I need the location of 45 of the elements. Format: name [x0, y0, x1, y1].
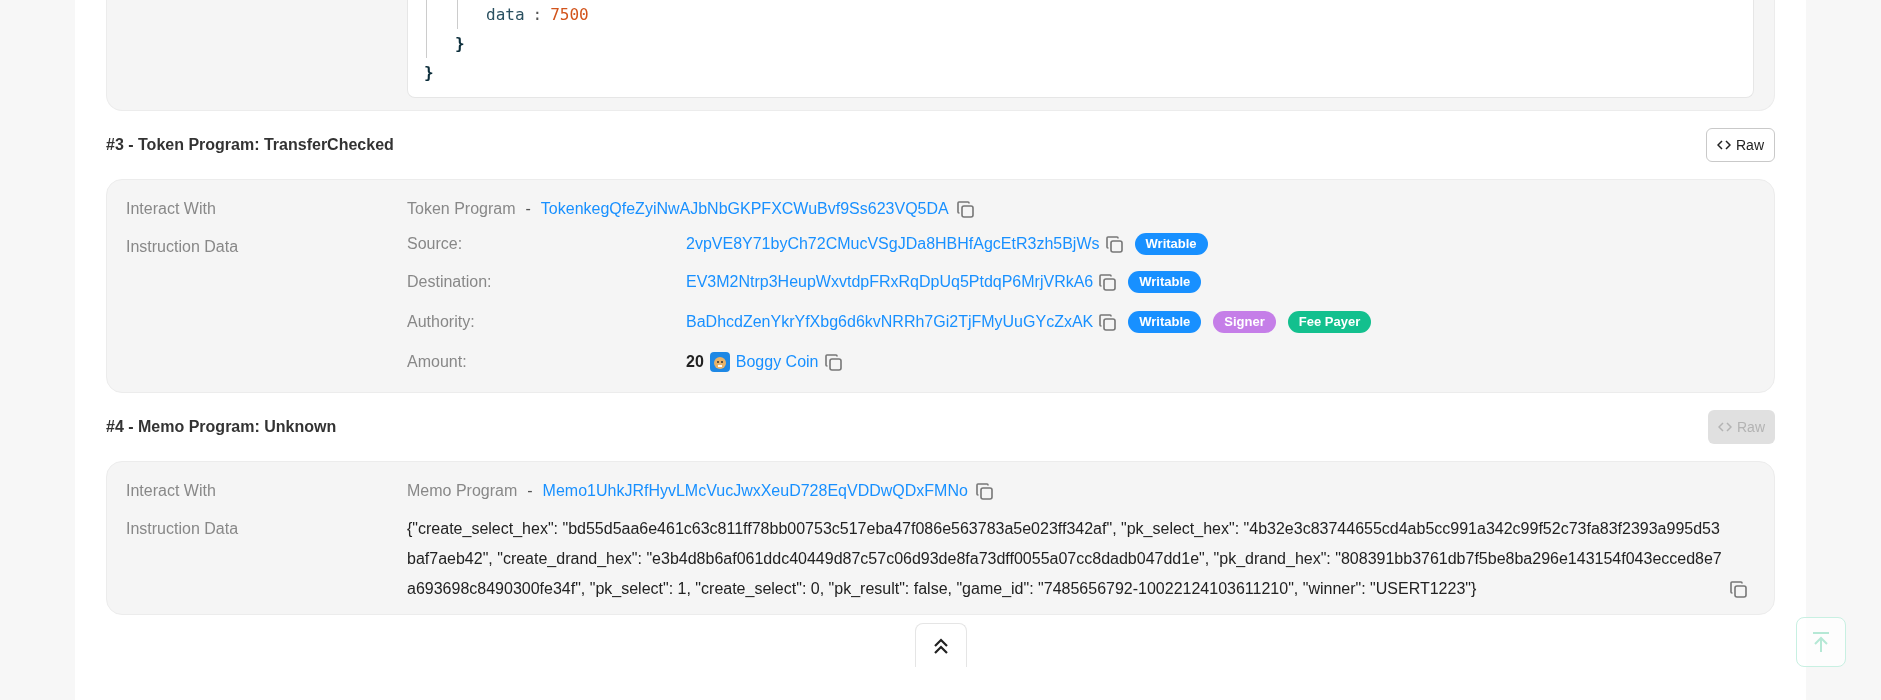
account-tag: Signer: [1213, 311, 1276, 333]
program-name: Memo Program: [407, 481, 518, 501]
account-tag: Writable: [1128, 311, 1202, 333]
field-label: Instruction Data: [126, 519, 240, 539]
field-label: Source:: [407, 234, 464, 254]
copy-icon[interactable]: [824, 353, 842, 371]
token-link[interactable]: Boggy Coin: [735, 350, 819, 374]
program-address-link[interactable]: Memo1UhkJRfHyvLMcVucJwxXeuD728EqVDDwQDxFMNo: [542, 479, 968, 503]
code-icon: [1718, 421, 1732, 433]
copy-icon[interactable]: [1105, 235, 1123, 253]
collapse-button[interactable]: [914, 623, 967, 667]
arrow-to-top-icon: [1811, 631, 1831, 653]
program-name: Token Program: [407, 199, 516, 219]
copy-icon[interactable]: [1099, 273, 1117, 291]
separator-dash: -: [527, 481, 533, 501]
copy-icon[interactable]: [956, 200, 974, 218]
field-label: Amount:: [407, 352, 468, 372]
amount-value: 20: [686, 352, 704, 372]
code-icon: [1717, 139, 1731, 151]
account-tag: Writable: [1134, 233, 1208, 255]
json-brace: }: [424, 61, 434, 84]
separator-dash: -: [525, 199, 531, 219]
copy-icon[interactable]: [1099, 313, 1117, 331]
field-label: Interact With: [126, 481, 217, 501]
field-label: Interact With: [126, 199, 217, 219]
account-address-link[interactable]: 2vpVE8Y71byCh72CMucVSgJDa8HBHfAgcEtR3zh5BjWs: [686, 232, 1100, 256]
copy-icon[interactable]: [975, 482, 993, 500]
copy-icon[interactable]: [1730, 581, 1747, 598]
memo-text: {"create_select_hex": "bd55d5aa6e461c63c811ff78bb00753c517eba47f086e563783a5e023ff342af", "pk_select_hex": "4b32e3c83744655cd4ab5cc991a342c99f52c73fa83f2393a995d53baf7aeb42", "create_drand_hex": "e3b4d8b6af061ddc40449d87c57c06d93de8fa73dff0055a07cc8dadb047dd1e", "pk_drand_hex": "808391bb3761db7f5be8ba296e143154f043ecced8e7a693698c8490300fe34f", "pk_select": 1, "create_select": 0, "pk_result": false, "game_id": "7485656792-10022124103611210", "winner": "USERT1223"}: [407, 519, 1723, 599]
account-tag: Writable: [1128, 271, 1202, 293]
account-tag: Fee Payer: [1287, 311, 1372, 333]
json-colon: :: [532, 3, 543, 26]
instruction-title: #3 - Token Program: TransferChecked: [106, 135, 394, 155]
account-address-link[interactable]: EV3M2Ntrp3HeupWxvtdpFRxRqDpUq5PtdqP6MrjVRkA6: [686, 270, 1094, 294]
field-label: Authority:: [407, 312, 476, 332]
instruction-title: #4 - Memo Program: Unknown: [106, 417, 337, 437]
raw-button[interactable]: Raw: [1706, 128, 1775, 162]
program-address-link[interactable]: TokenkegQfeZyiNwAJbNbGKPFXCWuBvf9Ss623VQ5DA: [540, 197, 949, 221]
field-label: Instruction Data: [126, 237, 240, 257]
token-logo-icon: [709, 352, 730, 372]
account-address-link[interactable]: BaDhcdZenYkrYfXbg6d6kvNRRh7Gi2TjFMyUuGYcZxAK: [686, 310, 1094, 334]
json-brace: }: [455, 32, 465, 55]
json-key: data: [486, 2, 525, 27]
field-label: Destination:: [407, 272, 493, 292]
json-value: 7500: [550, 3, 589, 26]
